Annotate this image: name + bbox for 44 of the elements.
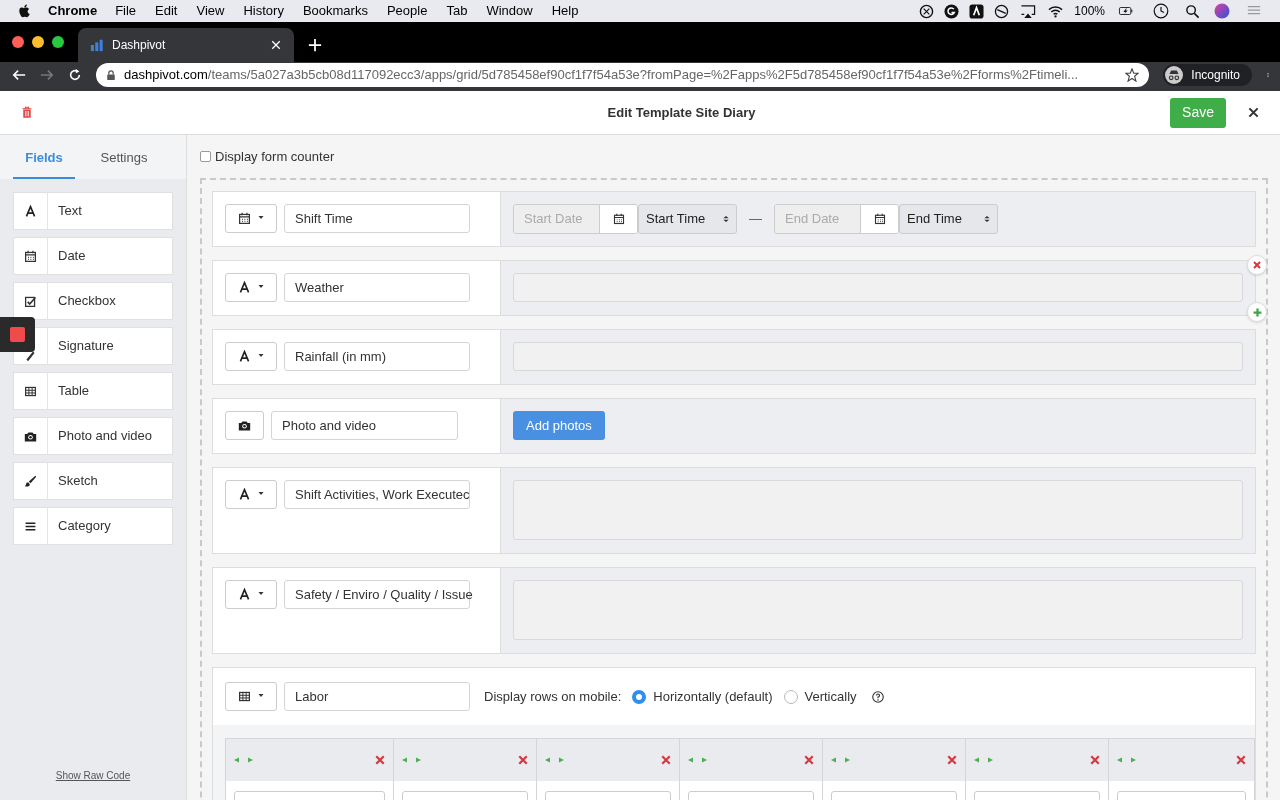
show-raw-code-link[interactable]: Show Raw Code <box>55 768 131 783</box>
date-placeholder: Start Date <box>514 205 600 233</box>
field-type-item[interactable]: Date <box>13 237 173 275</box>
menu-item[interactable]: Window <box>486 1 533 21</box>
field-label-input[interactable]: Rainfall (in mm) <box>284 342 470 371</box>
radio-label: Vertically <box>804 687 857 706</box>
sidebar-tab[interactable]: Settings <box>88 135 160 179</box>
checkbox-label: Display form counter <box>215 147 335 166</box>
field-type-item[interactable]: Text <box>13 192 173 230</box>
field-type-item[interactable]: Photo and video <box>13 417 173 455</box>
menu-item[interactable]: People <box>386 1 428 21</box>
date-placeholder: End Date <box>775 205 861 233</box>
field-type-item[interactable]: Sketch <box>13 462 173 500</box>
option-label: Display rows on mobile: <box>484 687 622 706</box>
menu-item[interactable]: Help <box>551 1 579 21</box>
menu-item[interactable]: View <box>196 1 225 21</box>
menu-item[interactable]: Edit <box>155 1 178 21</box>
tab-title: Dashpivot <box>112 37 167 54</box>
field-label-input[interactable]: Safety / Enviro / Quality / Issue <box>284 580 470 609</box>
radio-label: Horizontally (default) <box>653 687 773 706</box>
incognito-badge[interactable]: Incognito <box>1163 64 1252 86</box>
battery-percentage: 100% <box>1074 3 1105 20</box>
app-menu[interactable]: Chrome <box>48 1 98 21</box>
field-type-item[interactable]: Checkbox <box>13 282 173 320</box>
address-bar[interactable]: dashpivot.com/teams/5a027a3b5cb08d117092ecc3/apps/grid/5d785458ef90cf1f7f54a53e?fromPage=%2Fapps%2F5d785458ef90cf1f7f54a53e%2Fforms%2Ftimeli... <box>96 63 1150 87</box>
field-type-item[interactable]: Table <box>13 372 173 410</box>
menu-item[interactable]: History <box>243 1 284 21</box>
browser-tab[interactable]: Dashpivot <box>78 28 294 62</box>
time-select[interactable]: Start Time <box>638 204 737 234</box>
menu-item[interactable]: File <box>115 1 137 21</box>
field-label-input[interactable]: Photo and video <box>271 411 458 440</box>
range-dash: — <box>749 210 762 229</box>
field-label-input[interactable]: Labor <box>284 682 470 711</box>
url-text: dashpivot.com/teams/5a027a3b5cb08d117092ecc3/apps/grid/5d785458ef90cf1f7f54a53e?fromPage=%2Fapps%2F5d785458ef90cf1f7f54a53e%2Fforms%2Ftimeli... <box>124 66 1080 85</box>
field-label-input[interactable]: Shift Time <box>284 204 470 233</box>
field-label-input[interactable]: Weather <box>284 273 470 302</box>
field-type-item[interactable]: Category <box>13 507 173 545</box>
time-select[interactable]: End Time <box>899 204 998 234</box>
menu-item[interactable]: Bookmarks <box>302 1 368 21</box>
field-label-input[interactable]: Shift Activities, Work Executec <box>284 480 470 509</box>
menu-item[interactable]: Tab <box>446 1 468 21</box>
field-type-item[interactable]: Signature <box>13 327 173 365</box>
profile-label: Incognito <box>1191 67 1240 84</box>
page-title: Edit Template Site Diary <box>606 103 757 122</box>
